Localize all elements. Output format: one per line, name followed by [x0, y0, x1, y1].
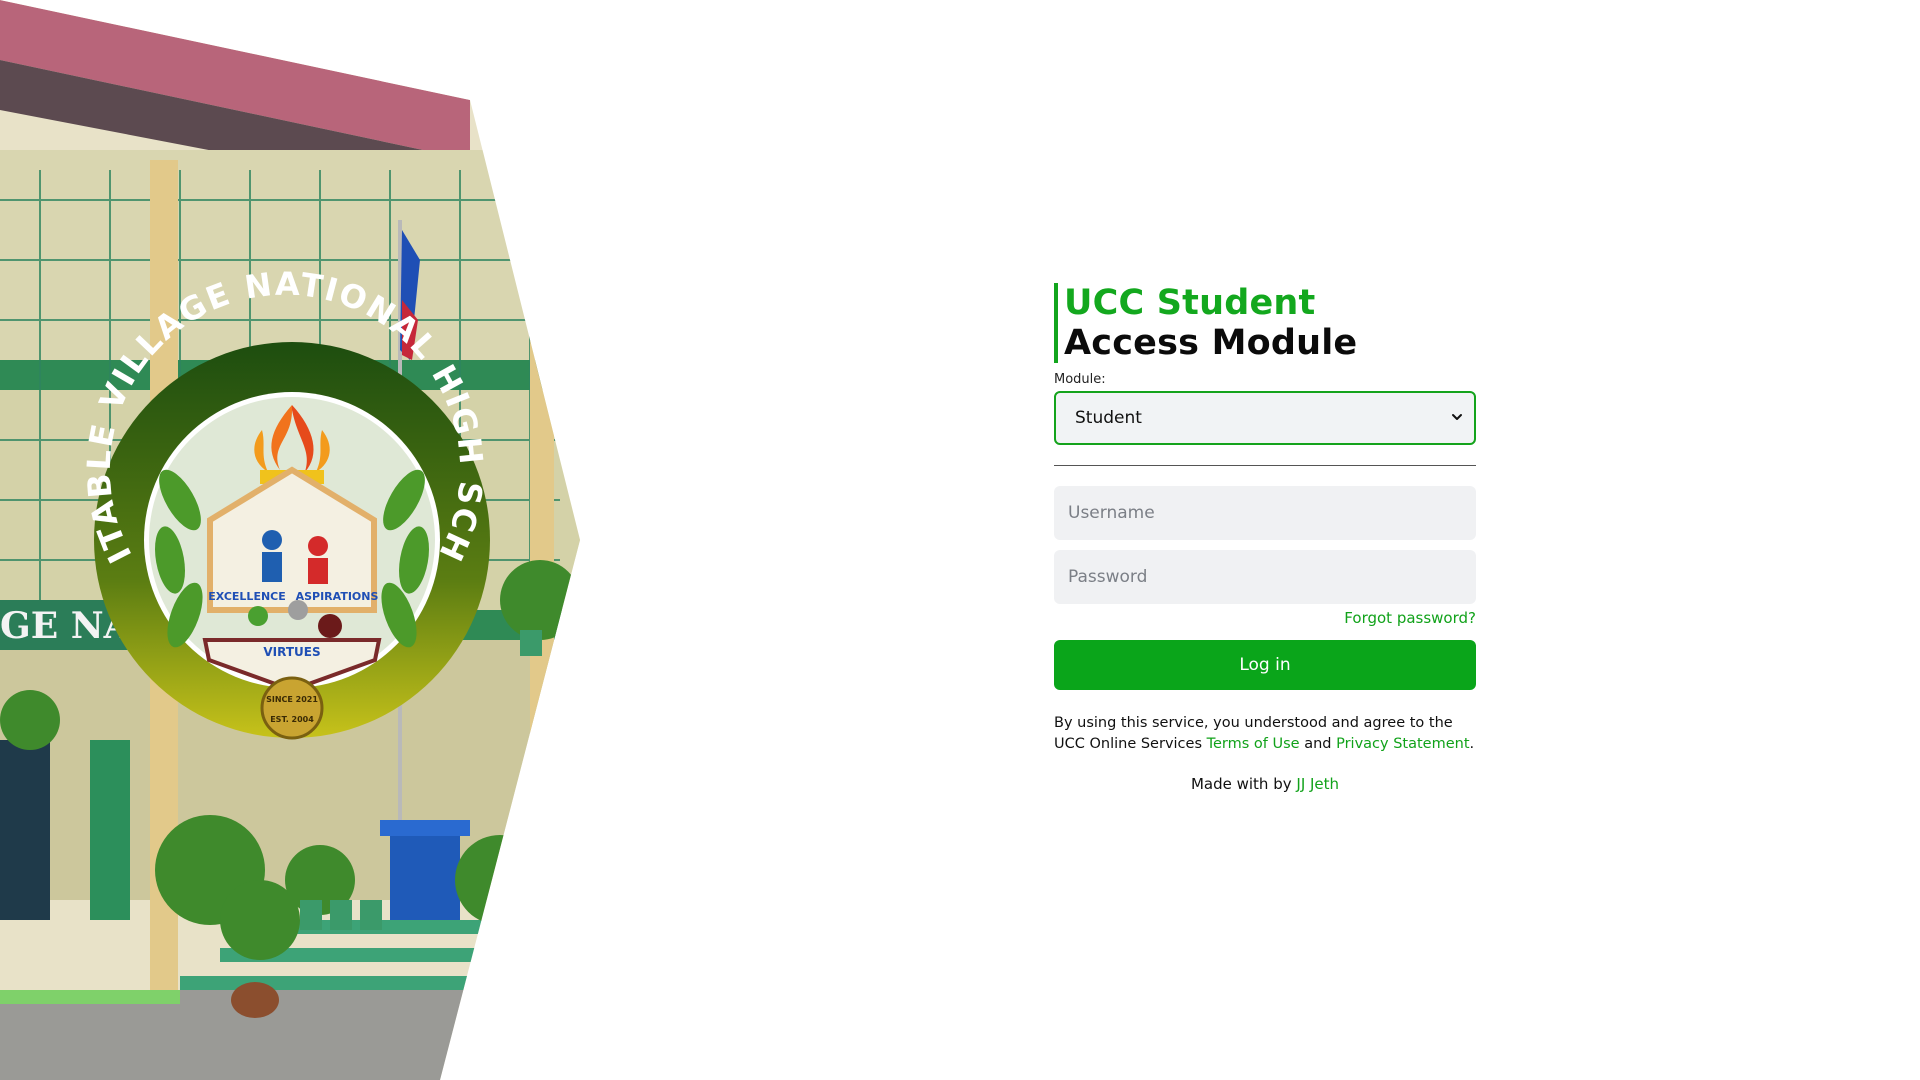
module-select-value: Student — [1075, 408, 1142, 428]
login-button[interactable]: Log in — [1054, 640, 1476, 690]
footer-credit: Made with by JJ Jeth — [1054, 775, 1476, 793]
terms-notice: By using this service, you understood an… — [1054, 713, 1476, 755]
title-line-2: Access Module — [1064, 323, 1358, 363]
module-label: Module: — [1054, 372, 1106, 387]
login-panel: UCC Student Access Module Module: Studen… — [1054, 283, 1476, 793]
username-input[interactable] — [1054, 486, 1476, 540]
password-input[interactable] — [1054, 550, 1476, 604]
title-line-1: UCC Student — [1064, 283, 1316, 323]
chevron-down-icon — [1452, 414, 1462, 420]
module-select[interactable]: Student — [1054, 391, 1476, 445]
page-title: UCC Student Access Module — [1054, 283, 1476, 363]
seal-medallion-top: SINCE 2021 — [266, 695, 318, 704]
made-with-text: Made with by — [1190, 775, 1292, 793]
seal-motto-left: EXCELLENCE — [208, 590, 286, 603]
seal-medallion-bottom: EST. 2004 — [270, 715, 314, 724]
author-link[interactable]: JJ Jeth — [1296, 775, 1339, 793]
forgot-password-row: Forgot password? — [1054, 608, 1476, 628]
terms-suffix: . — [1469, 736, 1475, 752]
terms-of-use-link[interactable]: Terms of Use — [1207, 736, 1300, 752]
forgot-password-link[interactable]: Forgot password? — [1344, 609, 1476, 627]
school-photo-panel: GE NATIONAL — [0, 0, 600, 1080]
seal-motto-bottom: VIRTUES — [263, 645, 320, 659]
terms-and: and — [1304, 736, 1332, 752]
seal-motto-right: ASPIRATIONS — [296, 590, 379, 603]
privacy-statement-link[interactable]: Privacy Statement — [1336, 736, 1469, 752]
divider — [1054, 465, 1476, 466]
